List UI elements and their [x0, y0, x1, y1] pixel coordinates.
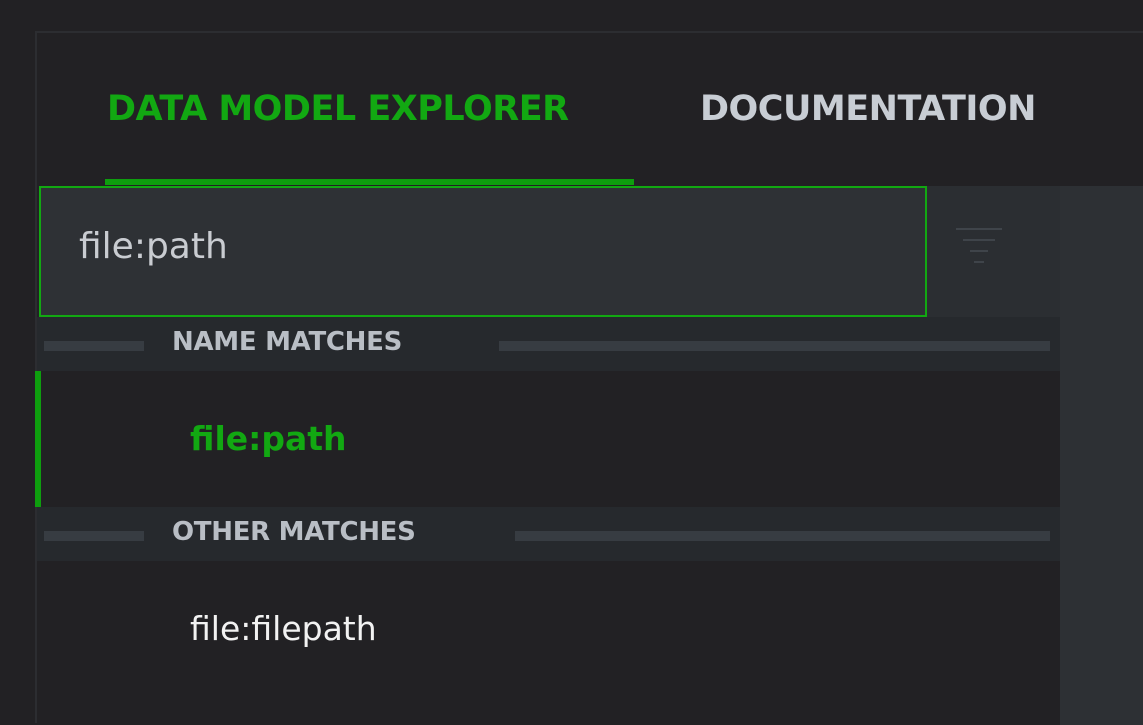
data-model-panel: DATA MODEL EXPLORER DOCUMENTATION NAME M…: [35, 31, 1143, 725]
section-divider-left: [44, 531, 144, 541]
result-item-file-filepath[interactable]: file:filepath: [37, 561, 1060, 697]
search-input[interactable]: [79, 226, 879, 267]
tab-data-model-explorer[interactable]: DATA MODEL EXPLORER: [107, 89, 569, 129]
section-divider-left: [44, 341, 144, 351]
selection-indicator: [35, 371, 41, 507]
section-divider-right: [499, 341, 1050, 351]
filter-icon-line-1: [956, 228, 1002, 230]
result-item-file-path[interactable]: file:path: [35, 371, 1060, 507]
section-label: OTHER MATCHES: [172, 517, 416, 547]
section-label: NAME MATCHES: [172, 327, 403, 357]
active-tab-indicator: [105, 179, 634, 185]
section-divider-right: [515, 531, 1050, 541]
filter-icon-line-3: [970, 250, 988, 252]
search-field-container[interactable]: [39, 186, 927, 317]
tab-documentation[interactable]: DOCUMENTATION: [700, 89, 1036, 129]
filter-button-area[interactable]: [927, 186, 1060, 317]
result-item-label: file:path: [190, 419, 347, 458]
section-header-other-matches: OTHER MATCHES: [37, 507, 1060, 561]
section-header-name-matches: NAME MATCHES: [37, 317, 1060, 371]
search-results: NAME MATCHES file:path OTHER MATCHES fil…: [35, 317, 1060, 725]
tab-bar: DATA MODEL EXPLORER DOCUMENTATION: [37, 33, 1143, 186]
filter-icon-line-4: [974, 261, 984, 263]
filter-icon-line-2: [963, 239, 995, 241]
result-item-label: file:filepath: [190, 609, 377, 648]
filter-icon[interactable]: [956, 228, 1004, 276]
details-pane: [1060, 186, 1143, 725]
